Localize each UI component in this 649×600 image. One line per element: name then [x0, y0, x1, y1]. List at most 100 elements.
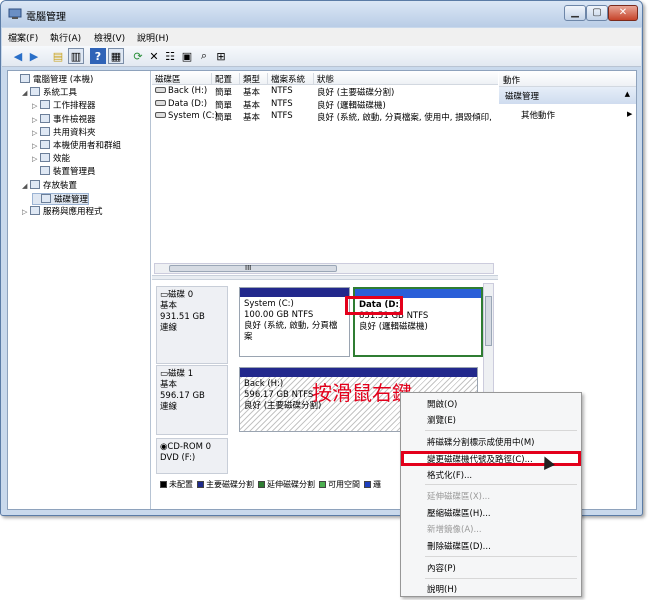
- help-icon[interactable]: ?: [90, 48, 106, 64]
- col-type[interactable]: 類型: [240, 73, 268, 85]
- expand-arrow-icon[interactable]: ▷: [32, 140, 40, 152]
- submenu-arrow-icon: ▶: [627, 110, 633, 118]
- forward-arrow-icon[interactable]: ▶: [26, 48, 42, 64]
- more-actions[interactable]: 其他動作: [521, 109, 555, 121]
- refresh-icon[interactable]: ⟳: [130, 48, 146, 64]
- menu-help[interactable]: 說明(H): [137, 31, 169, 44]
- context-menu-item[interactable]: 說明(H): [427, 583, 457, 595]
- collapse-icon[interactable]: ▲: [625, 90, 630, 98]
- tree-item[interactable]: ▷ 工作排程器: [32, 100, 96, 112]
- menu-file[interactable]: 檔案(F): [8, 31, 38, 44]
- tree-node-icon: [40, 153, 50, 163]
- volume-row[interactable]: System (C:) 簡單 基本 NTFS 良好 (系統, 啟動, 分頁檔案, 使用中…: [152, 111, 498, 123]
- tree-item[interactable]: ◢ 存放裝置: [22, 179, 78, 192]
- pane-divider[interactable]: [152, 275, 498, 280]
- legend-label: 主要磁碟分割: [206, 480, 254, 489]
- computer-management-icon: [8, 8, 22, 20]
- tree-item[interactable]: ▷ 服務與應用程式: [22, 206, 103, 218]
- data-partition-callout-box: [345, 296, 403, 315]
- drive-icon: [155, 99, 166, 106]
- expand-arrow-icon[interactable]: ◢: [22, 87, 30, 99]
- scrollbar-thumb[interactable]: [169, 265, 337, 272]
- context-menu-item[interactable]: 將磁碟分割標示成使用中(M): [427, 436, 534, 448]
- tree-item-label: 存放裝置: [43, 180, 78, 191]
- close-button[interactable]: ✕: [608, 5, 638, 21]
- export-icon[interactable]: ⊞: [213, 48, 229, 64]
- tree-node-icon: [41, 193, 51, 203]
- tree-item-label: 電腦管理 (本機): [33, 75, 94, 85]
- tree-item[interactable]: 電腦管理 (本機): [12, 74, 93, 86]
- search-icon[interactable]: ⌕: [196, 48, 212, 64]
- col-filesystem[interactable]: 檔案系統: [268, 73, 314, 85]
- menu-view[interactable]: 檢視(V): [94, 31, 125, 44]
- delete-icon[interactable]: ✕: [146, 48, 162, 64]
- annotation-right-click: 按滑鼠右鍵: [312, 381, 412, 405]
- legend-label: 未配置: [169, 480, 193, 489]
- legend-swatch: [319, 481, 326, 488]
- tree-item[interactable]: ◢ 系統工具: [22, 87, 77, 99]
- volume-cell-layout: 簡單: [215, 88, 233, 98]
- disk-0-size: 931.51 GB: [160, 312, 205, 322]
- tree-item-label: 效能: [53, 154, 71, 165]
- legend-label: 可用空間: [328, 480, 360, 489]
- menu-action[interactable]: 執行(A): [50, 31, 81, 44]
- col-volume[interactable]: 磁碟區: [152, 73, 212, 85]
- context-menu-item[interactable]: 內容(P): [427, 562, 456, 574]
- expand-arrow-icon[interactable]: ▷: [32, 153, 40, 165]
- context-menu-item[interactable]: 格式化(F)...: [427, 469, 472, 481]
- properties-icon[interactable]: ☷: [162, 48, 178, 64]
- volume-cell-name: System (C:): [155, 111, 218, 121]
- context-menu-item[interactable]: 瀏覽(E): [427, 414, 456, 426]
- horizontal-scrollbar[interactable]: III: [154, 263, 494, 274]
- partition-status: 良好 (系統, 啟動, 分頁檔案: [244, 321, 338, 342]
- col-layout[interactable]: 配置: [212, 73, 240, 85]
- expand-arrow-icon[interactable]: ▷: [32, 114, 40, 126]
- context-menu-item[interactable]: 壓縮磁碟區(H)...: [427, 507, 491, 519]
- tree-item-label: 磁碟管理: [54, 194, 89, 205]
- tree-item-label: 共用資料夾: [53, 127, 96, 138]
- partition-system[interactable]: System (C:) 100.00 GB NTFS 良好 (系統, 啟動, 分…: [239, 287, 350, 357]
- volume-cell-type: 基本: [243, 88, 261, 98]
- volume-row[interactable]: Back (H:) 簡單 基本 NTFS 良好 (主要磁碟分割): [152, 86, 498, 98]
- disk-1-info[interactable]: ▭磁碟 1 基本 596.17 GB 連線: [156, 365, 228, 435]
- expand-arrow-icon[interactable]: ▷: [32, 127, 40, 139]
- back-arrow-icon[interactable]: ◀: [10, 48, 26, 64]
- tree-item[interactable]: ▷ 共用資料夾: [32, 126, 96, 139]
- expand-arrow-icon[interactable]: ▷: [32, 100, 40, 112]
- drive-icon: [155, 112, 166, 118]
- context-menu-item: 延伸磁碟區(X)...: [427, 492, 491, 502]
- col-status[interactable]: 狀態: [314, 73, 498, 85]
- disk-1-state: 連線: [160, 402, 178, 412]
- up-folder-icon[interactable]: ▤: [50, 48, 66, 64]
- tree-item[interactable]: ▷ 本機使用者和群組: [32, 140, 121, 152]
- scrollbar-thumb[interactable]: [485, 296, 492, 346]
- minimize-button[interactable]: ▁: [564, 5, 586, 21]
- maximize-button[interactable]: ▢: [586, 5, 608, 21]
- tree-item[interactable]: ▷ 事件檢視器: [32, 113, 96, 126]
- console-icon[interactable]: ▦: [108, 48, 124, 64]
- context-menu-item[interactable]: 開啟(O): [427, 398, 457, 410]
- actions-section-label: 磁碟管理: [505, 92, 540, 102]
- context-menu-item[interactable]: 變更磁碟機代號及路徑(C)...: [427, 453, 533, 465]
- volume-cell-fs: NTFS: [271, 86, 293, 96]
- volume-cell-layout: 簡單: [215, 113, 233, 123]
- partition-bar: [240, 288, 349, 297]
- open-icon[interactable]: ▣: [179, 48, 195, 64]
- show-tree-icon[interactable]: ▥: [68, 48, 84, 64]
- actions-section-disk-management[interactable]: 磁碟管理 ▲: [499, 87, 636, 104]
- cdrom-0-info[interactable]: ◉CD-ROM 0 DVD (F:): [156, 438, 228, 474]
- tree-item[interactable]: 裝置管理員: [32, 166, 96, 178]
- expand-arrow-icon[interactable]: ▷: [22, 206, 30, 218]
- context-menu-item: 新增鏡像(A)...: [427, 525, 482, 535]
- drive-icon: [155, 87, 166, 93]
- navigation-tree: 電腦管理 (本機) ◢ 系統工具 ▷ 工作排程器 ▷ 事件檢視器 ▷ 共用資料夾 ▷ 本機使用者和群…: [8, 71, 151, 509]
- expand-arrow-icon[interactable]: ◢: [22, 180, 30, 192]
- volume-row[interactable]: Data (D:) 簡單 基本 NTFS 良好 (邏輯磁碟機): [152, 99, 498, 111]
- menu-bar: 檔案(F) 執行(A) 檢視(V) 說明(H): [2, 28, 641, 46]
- tree-item[interactable]: ▷ 效能: [32, 153, 70, 165]
- tree-node-icon: [40, 166, 50, 176]
- context-menu-item[interactable]: 刪除磁碟區(D)...: [427, 540, 491, 552]
- disk-0-info[interactable]: ▭磁碟 0 基本 931.51 GB 連線: [156, 286, 228, 364]
- tree-node-icon: [30, 206, 40, 215]
- tree-item[interactable]: 磁碟管理: [32, 192, 90, 205]
